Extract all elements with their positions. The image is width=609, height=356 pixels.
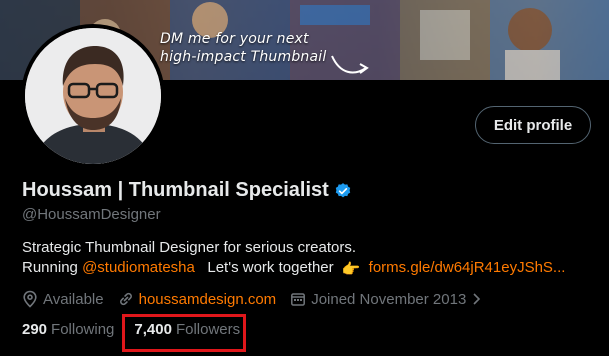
bio-line-2: Running @studiomatesha Let's work togeth… bbox=[22, 258, 602, 280]
followers-count: 7,400 bbox=[134, 321, 172, 338]
calendar-icon bbox=[291, 293, 306, 306]
profile-bio: Strategic Thumbnail Designer for serious… bbox=[22, 238, 602, 280]
avatar[interactable] bbox=[21, 24, 165, 168]
location-item: Available bbox=[22, 290, 104, 308]
banner-caption-line-1: DM me for your next bbox=[160, 31, 309, 47]
website-item[interactable]: houssamdesign.com bbox=[118, 291, 277, 308]
forms-link[interactable]: forms.gle/dw64jR41eyJShS... bbox=[369, 259, 566, 276]
banner-caption-line-2: high-impact Thumbnail bbox=[160, 49, 327, 65]
joined-item: Joined November 2013 bbox=[290, 291, 488, 308]
bio-running-text: Running bbox=[22, 259, 78, 276]
edit-profile-button[interactable]: Edit profile bbox=[475, 106, 591, 144]
profile-page: DM me for your next high-impact Thumbnai… bbox=[0, 0, 609, 356]
verified-badge-icon[interactable] bbox=[334, 182, 352, 200]
location-pin-icon bbox=[23, 290, 37, 308]
link-icon bbox=[119, 292, 132, 306]
chevron-right-icon[interactable] bbox=[471, 292, 483, 306]
display-name: Houssam | Thumbnail Specialist bbox=[22, 179, 329, 201]
bio-work-text: Let's work together bbox=[207, 259, 334, 276]
avatar-photo bbox=[25, 28, 161, 164]
following-link[interactable]: 290 Following bbox=[22, 321, 114, 338]
website-link[interactable]: houssamdesign.com bbox=[139, 291, 277, 308]
follow-stats-row: 290 Following 7,400 Followers bbox=[22, 321, 240, 338]
profile-name-row: Houssam | Thumbnail Specialist bbox=[22, 179, 352, 202]
curved-arrow-icon bbox=[331, 55, 369, 74]
profile-handle: @HoussamDesigner bbox=[22, 206, 161, 223]
location-text: Available bbox=[43, 290, 104, 308]
profile-meta-row: Available houssamdesign.com Joined Novem… bbox=[22, 290, 502, 308]
following-label: Following bbox=[51, 321, 115, 338]
banner-caption: DM me for your next high-impact Thumbnai… bbox=[160, 30, 420, 66]
followers-link[interactable]: 7,400 Followers bbox=[134, 321, 240, 338]
profile-photo-image bbox=[25, 28, 161, 164]
bio-line-1: Strategic Thumbnail Designer for serious… bbox=[22, 239, 357, 256]
pointing-hand-emoji-icon: 👉 bbox=[341, 261, 361, 278]
following-count: 290 bbox=[22, 321, 48, 338]
joined-date: Joined November 2013 bbox=[311, 290, 467, 308]
studio-mention-link[interactable]: @studiomatesha bbox=[82, 259, 195, 276]
followers-label: Followers bbox=[175, 321, 241, 338]
